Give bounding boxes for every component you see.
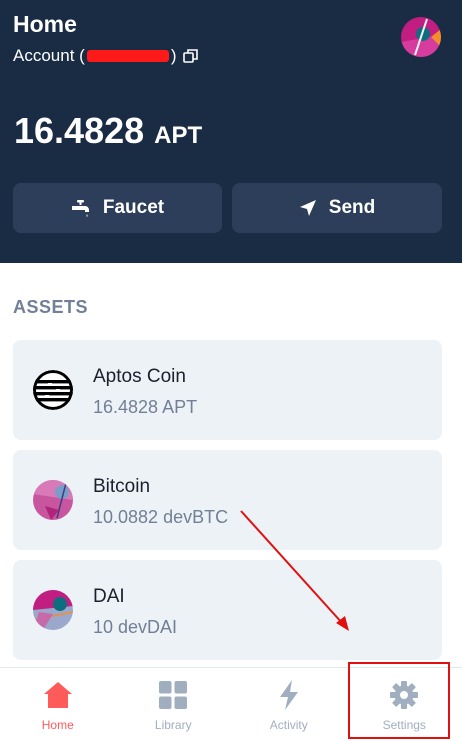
faucet-label: Faucet [102,197,165,218]
account-label-close: ) [170,46,177,65]
asset-name: DAI [93,586,125,607]
nav-label-settings: Settings [382,718,426,732]
send-icon [299,199,317,217]
nav-label-library: Library [154,718,192,732]
balance: 16.4828 APT [14,110,202,152]
assets-heading: ASSETS [13,297,89,317]
asset-card-aptos[interactable]: Aptos Coin 16.4828 APT [13,340,442,440]
account-label: Account ( [13,46,85,65]
settings-icon [390,679,419,711]
asset-amount: 16.4828 APT [93,397,198,417]
nav-item-home[interactable]: Home [0,668,116,741]
faucet-icon [71,199,91,217]
aptos-coin-icon [33,370,73,410]
home-icon [43,679,73,711]
copy-icon[interactable] [183,48,199,64]
nav-item-activity[interactable]: Activity [231,668,347,741]
activity-icon [278,679,300,711]
dai-token-icon [33,590,73,630]
balance-unit: APT [154,122,203,149]
redacted-address [86,50,169,62]
account-address: Account ( ) [13,46,199,66]
nav-label-activity: Activity [269,718,308,732]
bitcoin-token-icon [33,480,73,520]
nav-item-library[interactable]: Library [116,668,232,741]
nav-item-settings[interactable]: Settings [347,668,462,741]
avatar[interactable] [401,17,441,57]
header: Home Account ( ) 16.4828 APT Faucet Send [0,0,462,263]
page-title: Home [13,11,77,37]
asset-name: Bitcoin [93,476,151,497]
asset-card-bitcoin[interactable]: Bitcoin 10.0882 devBTC [13,450,442,550]
balance-amount: 16.4828 [14,110,145,151]
asset-card-dai[interactable]: DAI 10 devDAI [13,560,442,660]
asset-name: Aptos Coin [93,366,186,387]
asset-amount: 10 devDAI [93,617,178,637]
faucet-button[interactable]: Faucet [13,183,222,233]
asset-amount: 10.0882 devBTC [93,507,229,527]
bottom-nav: Home Library Activity Settings [0,667,462,741]
nav-label-home: Home [41,718,74,732]
library-icon [159,679,188,711]
send-label: Send [328,197,376,218]
send-button[interactable]: Send [232,183,442,233]
